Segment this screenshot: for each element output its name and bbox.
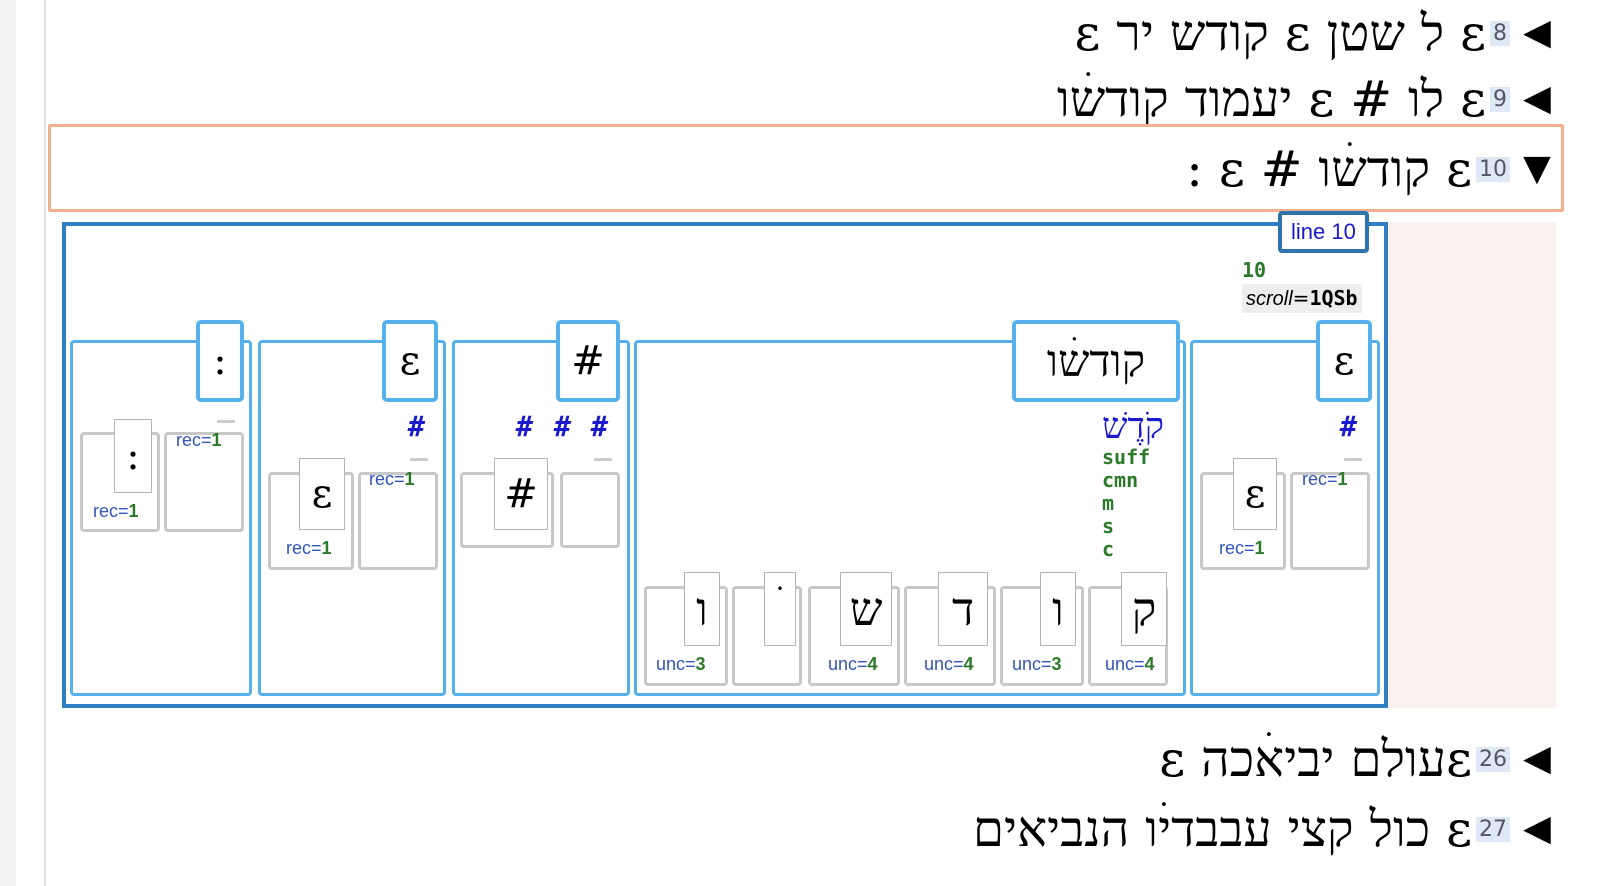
- separator-dash: [217, 420, 235, 423]
- word-label[interactable]: :: [196, 320, 244, 402]
- text-viewer: ◀ 8 ε ל שטן ε קודש יר ε ◀ 9 ε לו # ε יעמ…: [0, 0, 1612, 886]
- sign-attribute: rec=1: [286, 538, 332, 558]
- verse-text: εעולם יביאׄכה ε: [1159, 730, 1472, 788]
- sign-attribute: rec=1: [93, 501, 139, 521]
- feature-number: s: [1102, 514, 1115, 538]
- lexeme: קֹדֶשׁ: [1102, 406, 1165, 447]
- verse-text: ε ל שטן ε קודש יר ε: [1074, 4, 1487, 62]
- line-number[interactable]: 27: [1476, 816, 1510, 842]
- sign-glyph: ׄ: [764, 572, 796, 646]
- expand-arrow-icon[interactable]: ◀: [1512, 15, 1562, 51]
- panel-side-shade: [1384, 222, 1556, 708]
- line-number[interactable]: 9: [1490, 86, 1510, 112]
- expand-arrow-icon[interactable]: ◀: [1512, 811, 1562, 847]
- verse-text: ε לו # ε יעמוד קודשׄו: [1056, 70, 1486, 128]
- verse-line-10: ▼ 10 ε קודשׄו # ε :: [1186, 136, 1562, 202]
- verse-line-9: ◀ 9 ε לו # ε יעמוד קודשׄו: [1057, 66, 1562, 132]
- expand-arrow-icon[interactable]: ◀: [1512, 741, 1562, 777]
- sign-glyph: :: [114, 419, 152, 493]
- collapse-arrow-icon[interactable]: ▼: [1512, 151, 1562, 187]
- sign-glyph: #: [494, 458, 548, 530]
- line-number[interactable]: 10: [1476, 156, 1510, 182]
- sign-glyph: ε: [1233, 458, 1277, 530]
- sign-glyph: ו: [684, 572, 720, 646]
- line-number[interactable]: 26: [1476, 746, 1510, 772]
- sign-attribute: unc=4: [924, 654, 974, 674]
- word-hash: #: [1340, 410, 1357, 443]
- feature-suffix: suff: [1102, 445, 1151, 469]
- verse-text: ε קודשׄו # ε :: [1186, 140, 1472, 198]
- word-label[interactable]: #: [556, 320, 620, 402]
- line-meta: 10 scroll=1QSb: [1242, 258, 1362, 313]
- verse-text: ε כול קצי עבבדיׄו הנביאים: [972, 800, 1472, 858]
- feature-state: c: [1102, 537, 1115, 561]
- feature-gender: m: [1102, 491, 1115, 515]
- scroll-info: scroll=1QSb: [1242, 284, 1362, 313]
- morphology: קֹדֶשׁ suff cmn m s c: [1102, 408, 1164, 561]
- left-gutter: [0, 0, 16, 886]
- left-rule: [44, 0, 46, 886]
- word-hash: #: [516, 410, 533, 443]
- word-label[interactable]: קודשׄו: [1012, 320, 1180, 402]
- sign-attribute: rec=1: [176, 430, 222, 450]
- expand-arrow-icon[interactable]: ◀: [1512, 81, 1562, 117]
- sign-glyph: ק: [1121, 572, 1167, 646]
- word-hash: #: [554, 410, 571, 443]
- feature-type: cmn: [1102, 468, 1139, 492]
- scroll-eq: =: [1292, 286, 1310, 310]
- line-number[interactable]: 8: [1490, 20, 1510, 46]
- separator-dash: [594, 458, 612, 461]
- sign-glyph: ש: [840, 572, 892, 646]
- sign-attribute: unc=4: [828, 654, 878, 674]
- sign-glyph: ד: [938, 572, 988, 646]
- word-label[interactable]: ε: [382, 320, 438, 402]
- separator-dash: [410, 458, 428, 461]
- scroll-value: 1QSb: [1309, 286, 1358, 310]
- line-tag-button[interactable]: line 10: [1278, 211, 1369, 253]
- sign-box[interactable]: [560, 472, 620, 548]
- verse-line-8: ◀ 8 ε ל שטן ε קודש יר ε: [1075, 0, 1563, 66]
- sign-attribute: rec=1: [1219, 538, 1265, 558]
- verse-line-26: ◀ 26 εעולם יביאׄכה ε: [1159, 726, 1562, 792]
- sign-attribute: rec=1: [369, 469, 415, 489]
- sign-attribute: rec=1: [1302, 469, 1348, 489]
- separator-dash: [1344, 458, 1362, 461]
- sign-glyph: ו: [1040, 572, 1076, 646]
- word-hash: #: [408, 410, 425, 443]
- sign-attribute: unc=3: [1012, 654, 1062, 674]
- verse-line-27: ◀ 27 ε כול קצי עבבדיׄו הנביאים: [973, 796, 1562, 862]
- sign-glyph: ε: [299, 458, 345, 530]
- word-hash: #: [591, 410, 608, 443]
- line-meta-number: 10: [1242, 258, 1267, 282]
- word-label[interactable]: ε: [1316, 320, 1372, 402]
- sign-attribute: unc=4: [1105, 654, 1155, 674]
- scroll-key: scroll: [1246, 288, 1293, 310]
- sign-attribute: unc=3: [656, 654, 706, 674]
